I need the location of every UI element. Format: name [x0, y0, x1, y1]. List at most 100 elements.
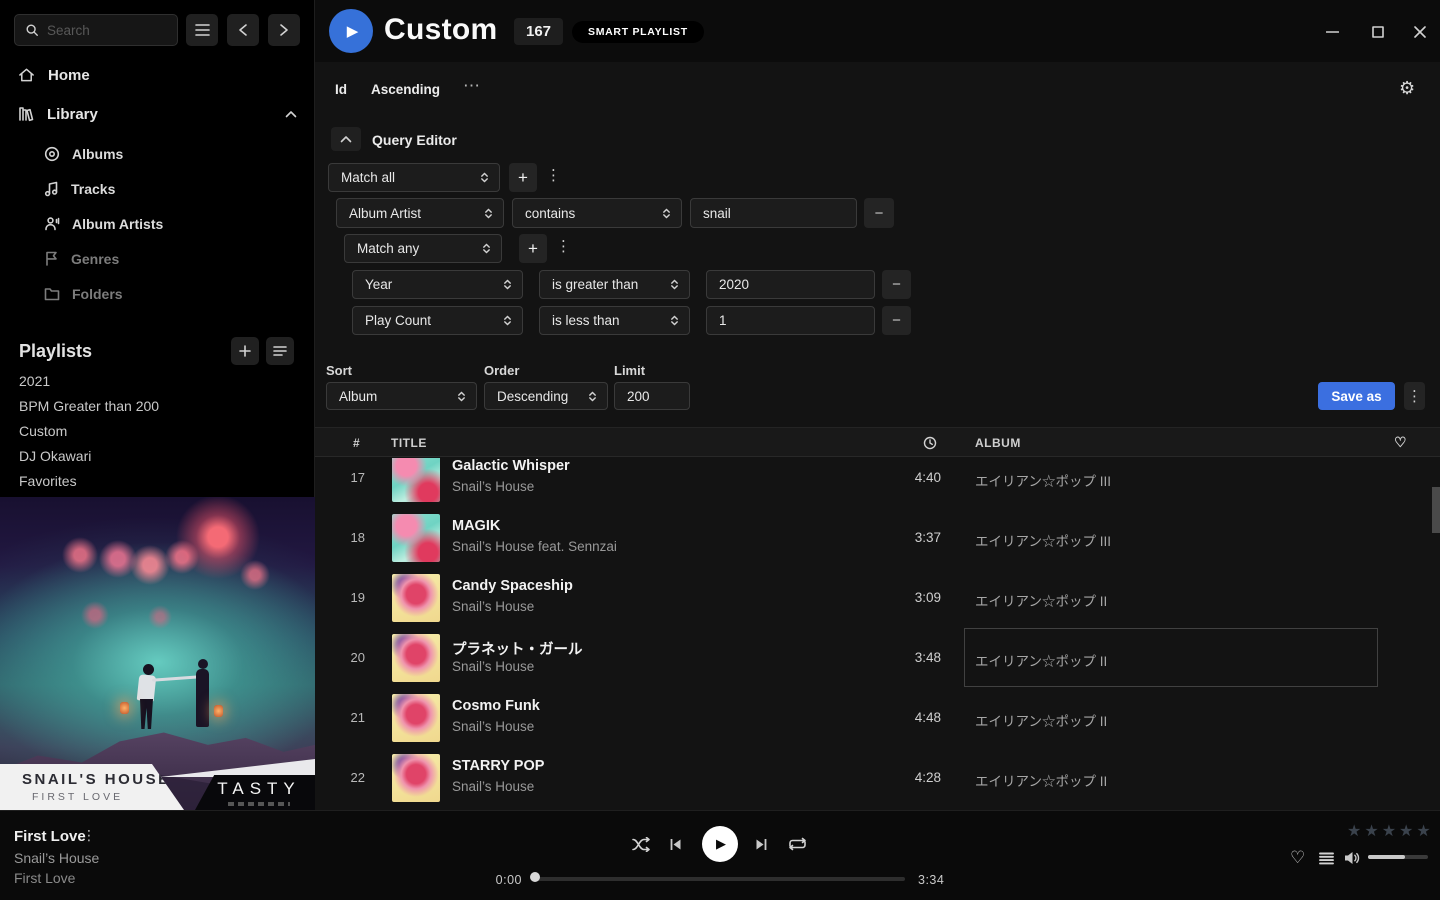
rating-stars[interactable]: ★★★★★ [1347, 821, 1434, 841]
play-playlist-button[interactable]: ▶ [329, 9, 373, 53]
favorite-button[interactable]: ♡ [1290, 848, 1305, 868]
select-caret-icon [484, 207, 493, 220]
add-rule-button-group2[interactable]: + [519, 234, 547, 263]
add-rule-button-group1[interactable]: + [509, 163, 537, 192]
table-header: # TITLE ALBUM ♡ [315, 427, 1440, 457]
tracks-label: Tracks [71, 181, 115, 197]
star-icon[interactable]: ★ [1364, 823, 1381, 840]
window-minimize-button[interactable] [1322, 22, 1342, 42]
player-bar: First Love ⋮ Snail’s House First Love ▶ … [0, 810, 1440, 900]
query-editor-collapse-button[interactable] [331, 127, 361, 151]
volume-button[interactable] [1344, 851, 1360, 865]
col-index[interactable]: # [353, 436, 360, 450]
chevron-up-icon[interactable] [285, 110, 297, 118]
match-select-group1[interactable]: Match all [328, 163, 500, 192]
sort-direction-button[interactable]: Ascending [371, 82, 440, 97]
gear-icon[interactable]: ⚙ [1399, 78, 1415, 99]
rule-field-select[interactable]: Year [352, 270, 523, 299]
rule-value-input[interactable] [706, 270, 875, 299]
track-list: 17 Galactic Whisper Snail’s House 4:40 エ… [315, 458, 1440, 810]
star-icon[interactable]: ★ [1416, 823, 1433, 840]
folder-icon [44, 287, 60, 301]
menu-button[interactable] [186, 14, 218, 46]
artwork-label-text: TASTY [217, 779, 301, 799]
track-row[interactable]: 19 Candy Spaceship Snail’s House 3:09 エイ… [315, 568, 1440, 628]
playlist-item-favorites[interactable]: Favorites [0, 468, 315, 493]
query-menu-button[interactable]: ⋮ [1404, 382, 1425, 410]
sidebar-item-genres[interactable]: Genres [0, 241, 315, 276]
playlist-list-button[interactable] [266, 337, 294, 365]
group2-menu-button[interactable]: ⋮ [556, 239, 571, 254]
col-album[interactable]: ALBUM [975, 436, 1021, 450]
col-title[interactable]: TITLE [391, 436, 427, 450]
search-input[interactable] [47, 23, 157, 38]
select-caret-icon [503, 314, 512, 327]
sidebar-item-albums[interactable]: Albums [0, 136, 315, 171]
star-icon[interactable]: ★ [1347, 823, 1364, 840]
shuffle-button[interactable] [632, 837, 652, 852]
window-close-button[interactable] [1410, 22, 1430, 42]
sort-field-button[interactable]: Id [335, 82, 347, 97]
scrollbar-thumb[interactable] [1432, 487, 1440, 533]
now-playing-album[interactable]: First Love [14, 870, 75, 886]
playlist-item-dj-okawari[interactable]: DJ Okawari [0, 443, 315, 468]
shuffle-icon [632, 837, 652, 852]
track-row[interactable]: 20 プラネット・ガール Snail’s House 3:48 エイリアン☆ポッ… [315, 628, 1440, 688]
library-icon [18, 106, 34, 122]
limit-input[interactable] [614, 382, 690, 410]
rule-operator-select[interactable]: is less than [539, 306, 690, 335]
window-maximize-button[interactable] [1368, 22, 1388, 42]
favorite-heart-icon[interactable]: ♡ [1394, 434, 1407, 451]
track-row[interactable]: 22 STARRY POP Snail’s House 4:28 エイリアン☆ポ… [315, 748, 1440, 808]
next-button[interactable] [754, 837, 769, 852]
star-icon[interactable]: ★ [1382, 823, 1399, 840]
play-pause-button[interactable]: ▶ [702, 826, 738, 862]
search-box[interactable] [14, 14, 178, 46]
now-playing-title[interactable]: First Love [14, 828, 86, 845]
sort-select[interactable]: Album [326, 382, 477, 410]
match-select-group2[interactable]: Match any [344, 234, 502, 263]
playlist-item-bpm[interactable]: BPM Greater than 200 [0, 393, 315, 418]
repeat-button[interactable] [788, 837, 807, 851]
now-playing-menu-button[interactable]: ⋮ [82, 828, 96, 844]
star-icon[interactable]: ★ [1399, 823, 1416, 840]
remove-rule-button[interactable]: − [864, 198, 894, 228]
track-row[interactable]: 18 MAGIK Snail’s House feat. Sennzai 3:3… [315, 508, 1440, 568]
now-playing-artist[interactable]: Snail’s House [14, 850, 99, 866]
save-as-button[interactable]: Save as [1318, 382, 1395, 410]
more-options-button[interactable]: ⋯ [463, 76, 481, 96]
rule-field-select[interactable]: Play Count [352, 306, 523, 335]
artist-icon [44, 216, 60, 232]
track-row[interactable]: 21 Cosmo Funk Snail’s House 4:48 エイリアン☆ポ… [315, 688, 1440, 748]
rule-operator-select[interactable]: is greater than [539, 270, 690, 299]
remove-rule-button[interactable]: − [882, 306, 911, 335]
track-artwork [392, 514, 440, 562]
sort-label: Sort [326, 363, 352, 378]
rule-operator-select[interactable]: contains [512, 198, 682, 228]
nav-forward-button[interactable] [268, 14, 300, 46]
rule-field-select[interactable]: Album Artist [336, 198, 504, 228]
progress-knob[interactable] [530, 872, 540, 882]
rule-value-input[interactable] [690, 198, 857, 228]
playlist-item-2021[interactable]: 2021 [0, 368, 315, 393]
artwork-figure [143, 664, 154, 675]
track-row[interactable]: 17 Galactic Whisper Snail’s House 4:40 エ… [315, 458, 1440, 508]
sidebar-item-tracks[interactable]: Tracks [0, 171, 315, 206]
previous-button[interactable] [668, 837, 683, 852]
smart-playlist-badge: SMART PLAYLIST [572, 21, 704, 43]
rule-value-input[interactable] [706, 306, 875, 335]
queue-button[interactable] [1319, 852, 1334, 865]
add-playlist-button[interactable] [231, 337, 259, 365]
nav-back-button[interactable] [227, 14, 259, 46]
playlist-item-custom[interactable]: Custom [0, 418, 315, 443]
progress-bar[interactable] [535, 877, 905, 881]
sidebar-item-album-artists[interactable]: Album Artists [0, 206, 315, 241]
group1-menu-button[interactable]: ⋮ [546, 168, 561, 183]
sidebar-item-home[interactable]: Home [0, 57, 315, 93]
remove-rule-button[interactable]: − [882, 270, 911, 299]
sidebar-item-library[interactable]: Library [0, 96, 315, 132]
duration-clock-icon[interactable] [923, 436, 937, 450]
order-select[interactable]: Descending [484, 382, 608, 410]
now-playing-artwork: SNAIL'S HOUSE FIRST LOVE TASTY [0, 497, 315, 810]
sidebar-item-folders[interactable]: Folders [0, 276, 315, 311]
